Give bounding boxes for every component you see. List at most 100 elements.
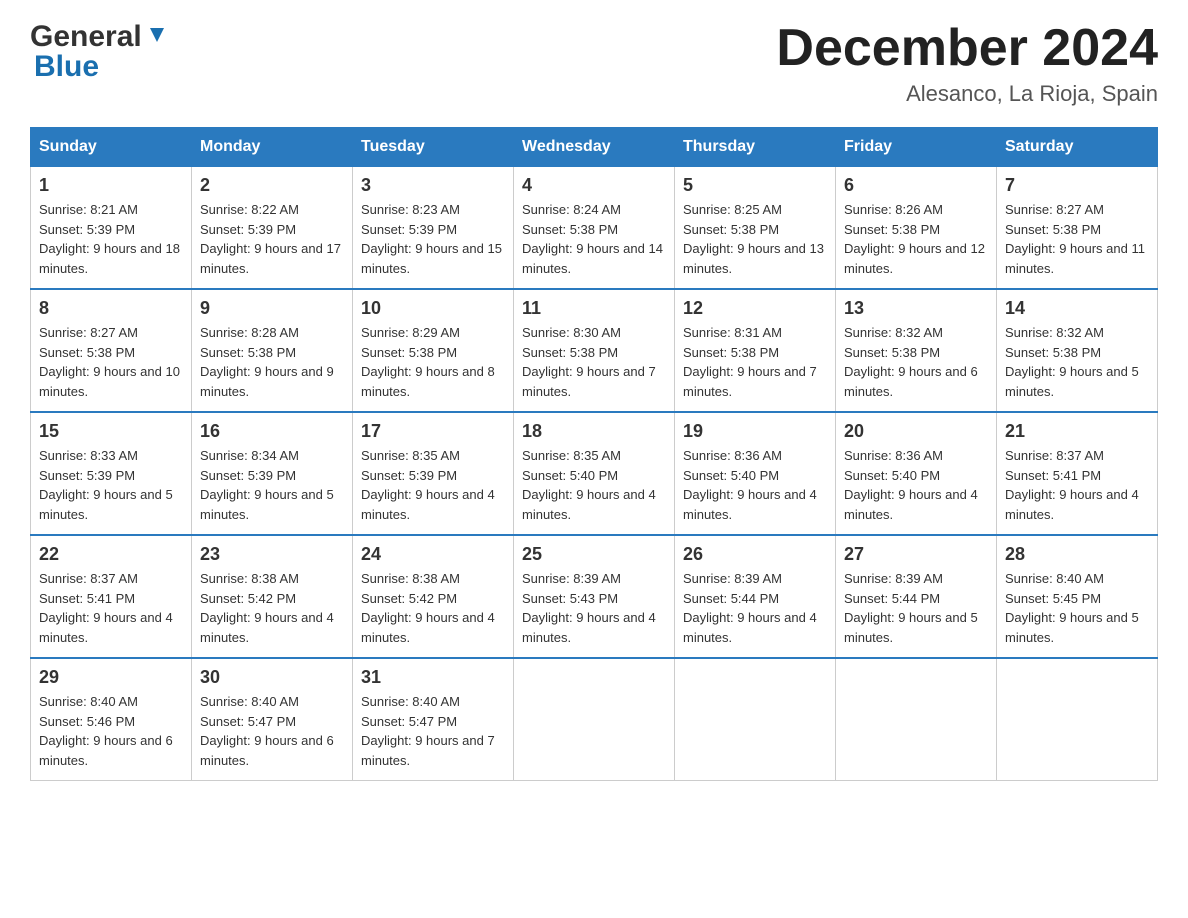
day-number: 10 [361, 298, 505, 319]
calendar-cell: 16 Sunrise: 8:34 AMSunset: 5:39 PMDayligh… [192, 412, 353, 535]
calendar-cell: 8 Sunrise: 8:27 AMSunset: 5:38 PMDaylight… [31, 289, 192, 412]
day-info: Sunrise: 8:36 AMSunset: 5:40 PMDaylight:… [844, 446, 988, 524]
calendar-header-monday: Monday [192, 128, 353, 167]
day-info: Sunrise: 8:32 AMSunset: 5:38 PMDaylight:… [844, 323, 988, 401]
calendar-cell: 22 Sunrise: 8:37 AMSunset: 5:41 PMDayligh… [31, 535, 192, 658]
day-info: Sunrise: 8:40 AMSunset: 5:47 PMDaylight:… [361, 692, 505, 770]
calendar-header-sunday: Sunday [31, 128, 192, 167]
calendar-cell: 12 Sunrise: 8:31 AMSunset: 5:38 PMDayligh… [675, 289, 836, 412]
calendar-cell [836, 658, 997, 781]
calendar-cell: 18 Sunrise: 8:35 AMSunset: 5:40 PMDayligh… [514, 412, 675, 535]
day-number: 12 [683, 298, 827, 319]
day-number: 15 [39, 421, 183, 442]
calendar-cell: 27 Sunrise: 8:39 AMSunset: 5:44 PMDayligh… [836, 535, 997, 658]
day-number: 25 [522, 544, 666, 565]
calendar-cell: 14 Sunrise: 8:32 AMSunset: 5:38 PMDayligh… [997, 289, 1158, 412]
calendar-cell: 9 Sunrise: 8:28 AMSunset: 5:38 PMDaylight… [192, 289, 353, 412]
day-info: Sunrise: 8:38 AMSunset: 5:42 PMDaylight:… [200, 569, 344, 647]
logo-blue-text: Blue [34, 50, 99, 83]
day-info: Sunrise: 8:36 AMSunset: 5:40 PMDaylight:… [683, 446, 827, 524]
day-info: Sunrise: 8:26 AMSunset: 5:38 PMDaylight:… [844, 200, 988, 278]
calendar-header-row: SundayMondayTuesdayWednesdayThursdayFrid… [31, 128, 1158, 167]
location: Alesanco, La Rioja, Spain [776, 81, 1158, 107]
day-number: 11 [522, 298, 666, 319]
calendar-week-row: 1Sunrise: 8:21 AMSunset: 5:39 PMDaylight… [31, 167, 1158, 290]
calendar-week-row: 22 Sunrise: 8:37 AMSunset: 5:41 PMDayligh… [31, 535, 1158, 658]
day-number: 24 [361, 544, 505, 565]
calendar-header-wednesday: Wednesday [514, 128, 675, 167]
calendar-cell: 30Sunrise: 8:40 AMSunset: 5:47 PMDayligh… [192, 658, 353, 781]
logo-arrow-icon [146, 24, 168, 46]
day-number: 18 [522, 421, 666, 442]
day-number: 14 [1005, 298, 1149, 319]
day-info: Sunrise: 8:40 AMSunset: 5:46 PMDaylight:… [39, 692, 183, 770]
day-number: 2 [200, 175, 344, 196]
calendar-header-friday: Friday [836, 128, 997, 167]
day-info: Sunrise: 8:37 AMSunset: 5:41 PMDaylight:… [39, 569, 183, 647]
calendar-cell: 28 Sunrise: 8:40 AMSunset: 5:45 PMDayligh… [997, 535, 1158, 658]
calendar-cell: 26Sunrise: 8:39 AMSunset: 5:44 PMDayligh… [675, 535, 836, 658]
day-info: Sunrise: 8:25 AMSunset: 5:38 PMDaylight:… [683, 200, 827, 278]
page-header: General Blue December 2024 Alesanco, La … [30, 20, 1158, 107]
calendar-header-tuesday: Tuesday [353, 128, 514, 167]
day-info: Sunrise: 8:34 AMSunset: 5:39 PMDaylight:… [200, 446, 344, 524]
calendar-cell: 3Sunrise: 8:23 AMSunset: 5:39 PMDaylight… [353, 167, 514, 290]
day-info: Sunrise: 8:27 AMSunset: 5:38 PMDaylight:… [1005, 200, 1149, 278]
day-info: Sunrise: 8:22 AMSunset: 5:39 PMDaylight:… [200, 200, 344, 278]
calendar-cell [675, 658, 836, 781]
day-info: Sunrise: 8:33 AMSunset: 5:39 PMDaylight:… [39, 446, 183, 524]
day-number: 31 [361, 667, 505, 688]
day-info: Sunrise: 8:28 AMSunset: 5:38 PMDaylight:… [200, 323, 344, 401]
calendar-cell: 10 Sunrise: 8:29 AMSunset: 5:38 PMDayligh… [353, 289, 514, 412]
calendar-cell: 5Sunrise: 8:25 AMSunset: 5:38 PMDaylight… [675, 167, 836, 290]
day-info: Sunrise: 8:39 AMSunset: 5:43 PMDaylight:… [522, 569, 666, 647]
day-number: 6 [844, 175, 988, 196]
day-number: 13 [844, 298, 988, 319]
calendar-cell: 15 Sunrise: 8:33 AMSunset: 5:39 PMDayligh… [31, 412, 192, 535]
calendar-cell: 1Sunrise: 8:21 AMSunset: 5:39 PMDaylight… [31, 167, 192, 290]
calendar-cell: 31 Sunrise: 8:40 AMSunset: 5:47 PMDayligh… [353, 658, 514, 781]
day-info: Sunrise: 8:35 AMSunset: 5:40 PMDaylight:… [522, 446, 666, 524]
calendar-cell: 11 Sunrise: 8:30 AMSunset: 5:38 PMDayligh… [514, 289, 675, 412]
day-info: Sunrise: 8:24 AMSunset: 5:38 PMDaylight:… [522, 200, 666, 278]
calendar-week-row: 15 Sunrise: 8:33 AMSunset: 5:39 PMDayligh… [31, 412, 1158, 535]
day-number: 28 [1005, 544, 1149, 565]
day-info: Sunrise: 8:35 AMSunset: 5:39 PMDaylight:… [361, 446, 505, 524]
day-number: 7 [1005, 175, 1149, 196]
day-number: 8 [39, 298, 183, 319]
calendar-cell: 17 Sunrise: 8:35 AMSunset: 5:39 PMDayligh… [353, 412, 514, 535]
calendar-week-row: 8 Sunrise: 8:27 AMSunset: 5:38 PMDaylight… [31, 289, 1158, 412]
day-number: 23 [200, 544, 344, 565]
calendar-header-saturday: Saturday [997, 128, 1158, 167]
calendar-cell: 7 Sunrise: 8:27 AMSunset: 5:38 PMDaylight… [997, 167, 1158, 290]
day-info: Sunrise: 8:30 AMSunset: 5:38 PMDaylight:… [522, 323, 666, 401]
month-title: December 2024 [776, 20, 1158, 77]
day-info: Sunrise: 8:23 AMSunset: 5:39 PMDaylight:… [361, 200, 505, 278]
day-number: 9 [200, 298, 344, 319]
day-info: Sunrise: 8:31 AMSunset: 5:38 PMDaylight:… [683, 323, 827, 401]
day-info: Sunrise: 8:32 AMSunset: 5:38 PMDaylight:… [1005, 323, 1149, 401]
day-number: 17 [361, 421, 505, 442]
day-info: Sunrise: 8:37 AMSunset: 5:41 PMDaylight:… [1005, 446, 1149, 524]
calendar-cell: 19 Sunrise: 8:36 AMSunset: 5:40 PMDayligh… [675, 412, 836, 535]
day-info: Sunrise: 8:21 AMSunset: 5:39 PMDaylight:… [39, 200, 183, 278]
calendar-cell [514, 658, 675, 781]
day-number: 20 [844, 421, 988, 442]
calendar-table: SundayMondayTuesdayWednesdayThursdayFrid… [30, 127, 1158, 781]
day-number: 16 [200, 421, 344, 442]
day-number: 4 [522, 175, 666, 196]
day-number: 22 [39, 544, 183, 565]
logo: General Blue [30, 20, 168, 84]
day-info: Sunrise: 8:40 AMSunset: 5:45 PMDaylight:… [1005, 569, 1149, 647]
day-info: Sunrise: 8:38 AMSunset: 5:42 PMDaylight:… [361, 569, 505, 647]
day-info: Sunrise: 8:29 AMSunset: 5:38 PMDaylight:… [361, 323, 505, 401]
calendar-cell: 2 Sunrise: 8:22 AMSunset: 5:39 PMDaylight… [192, 167, 353, 290]
calendar-cell: 23 Sunrise: 8:38 AMSunset: 5:42 PMDayligh… [192, 535, 353, 658]
day-number: 29 [39, 667, 183, 688]
calendar-cell: 25 Sunrise: 8:39 AMSunset: 5:43 PMDayligh… [514, 535, 675, 658]
day-info: Sunrise: 8:39 AMSunset: 5:44 PMDaylight:… [844, 569, 988, 647]
calendar-cell: 29 Sunrise: 8:40 AMSunset: 5:46 PMDayligh… [31, 658, 192, 781]
day-number: 27 [844, 544, 988, 565]
day-info: Sunrise: 8:27 AMSunset: 5:38 PMDaylight:… [39, 323, 183, 401]
day-number: 19 [683, 421, 827, 442]
